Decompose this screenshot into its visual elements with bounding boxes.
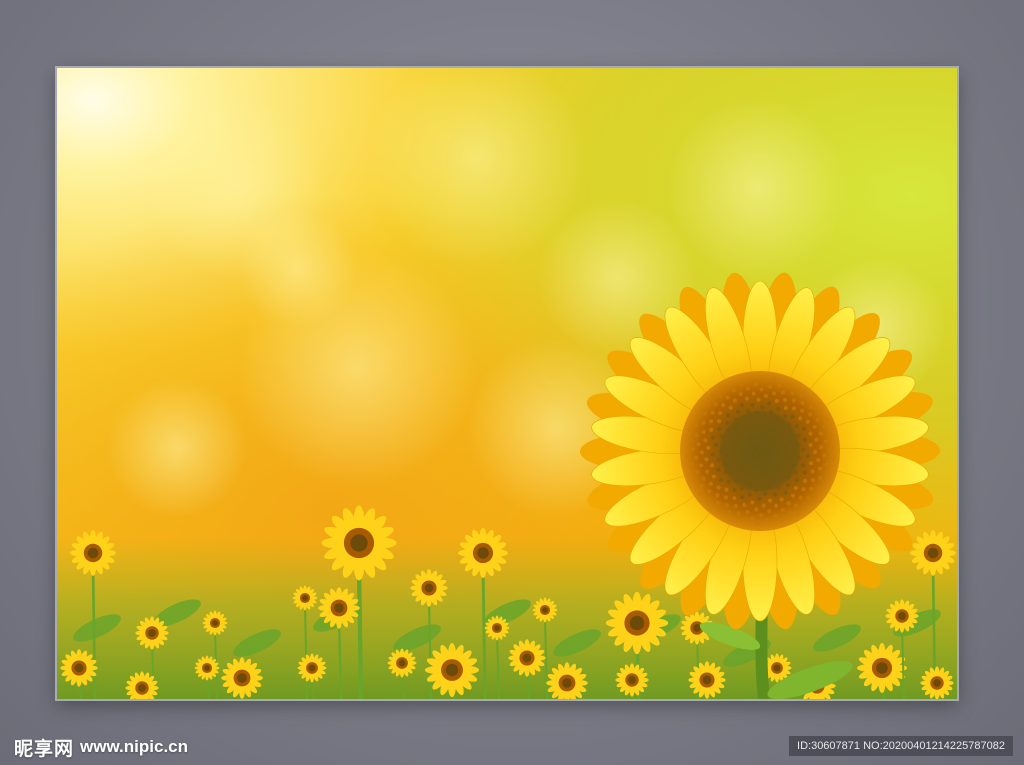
watermark-id-badge: ID:30607871 NO:20200401214225787082 (789, 736, 1013, 756)
bokeh-circle (237, 208, 357, 328)
small-sunflower (920, 666, 954, 699)
watermark-logo: 昵享网 www.nipic.cn (14, 736, 189, 760)
photo-frame (57, 68, 957, 699)
bokeh-circle (107, 378, 247, 518)
watermark-logo-text: 昵享网 (14, 737, 75, 760)
watermark-url: www.nipic.cn (80, 737, 189, 756)
small-sunflower (688, 661, 726, 699)
small-sunflower (221, 657, 263, 699)
bokeh-circle (667, 98, 847, 278)
sunflower-photo (57, 68, 957, 699)
